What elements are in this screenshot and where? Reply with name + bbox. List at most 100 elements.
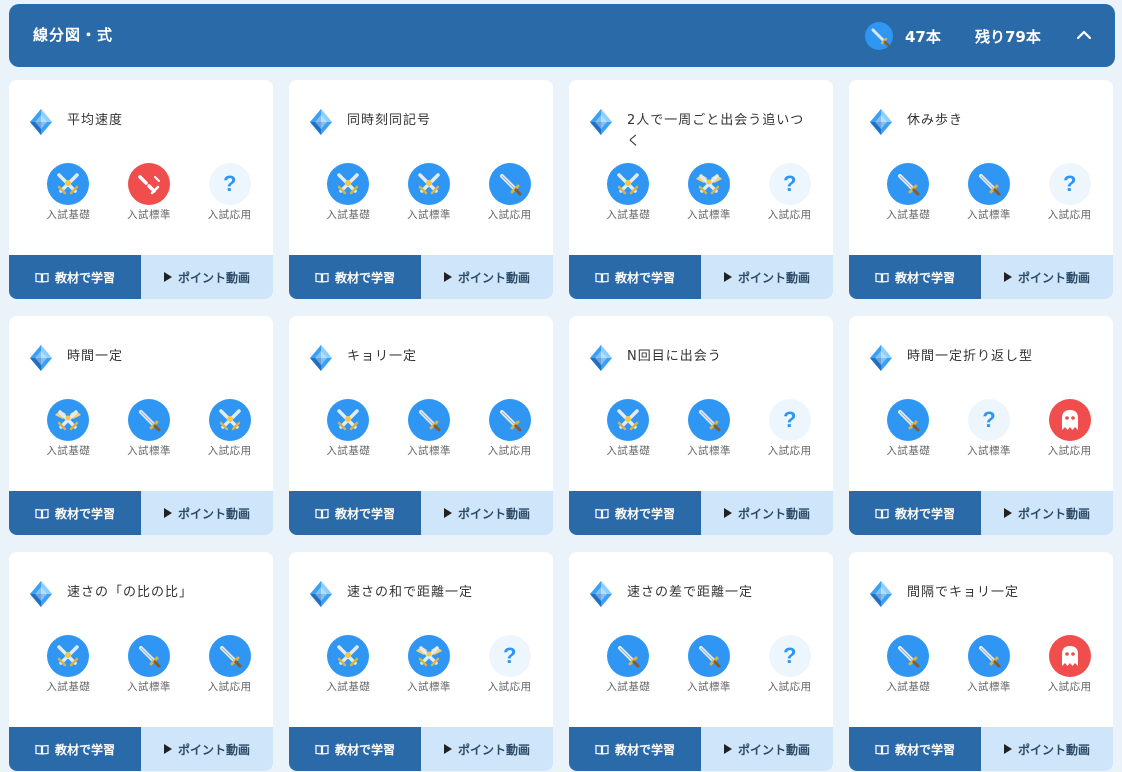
level-item[interactable]: 入試応用 xyxy=(190,635,269,694)
level-badges: 入試基礎 入試標準 入試応用 xyxy=(869,635,1109,694)
study-button[interactable]: 教材で学習 xyxy=(849,727,981,771)
level-item[interactable]: 入試応用 xyxy=(190,399,269,458)
study-button[interactable]: 教材で学習 xyxy=(289,255,421,299)
study-button[interactable]: 教材で学習 xyxy=(849,255,981,299)
level-item[interactable]: ? 入試応用 xyxy=(750,399,829,458)
level-label: 入試基礎 xyxy=(46,445,91,457)
video-button[interactable]: ポイント動画 xyxy=(981,255,1113,299)
level-item[interactable]: ? 入試標準 xyxy=(950,399,1029,458)
ghost-badge-icon xyxy=(1048,399,1091,441)
topic-card: 2人で一周ごと出会う追いつく 入試基礎 入試標準? 入試応用 教材で学習 ポイント動… xyxy=(569,80,833,299)
level-item[interactable]: ? 入試応用 xyxy=(750,635,829,694)
level-item[interactable]: ? 入試応用 xyxy=(470,635,549,694)
study-button[interactable]: 教材で学習 xyxy=(289,727,421,771)
study-button[interactable]: 教材で学習 xyxy=(569,491,701,535)
video-button[interactable]: ポイント動画 xyxy=(421,255,553,299)
book-icon xyxy=(35,272,49,283)
topic-title: 休み歩き xyxy=(907,113,964,128)
study-button[interactable]: 教材で学習 xyxy=(569,255,701,299)
video-button[interactable]: ポイント動画 xyxy=(421,727,553,771)
sword-badge-icon xyxy=(968,635,1010,677)
video-button[interactable]: ポイント動画 xyxy=(701,491,833,535)
study-button[interactable]: 教材で学習 xyxy=(289,491,421,535)
level-item[interactable]: 入試基礎 xyxy=(309,399,388,458)
collapse-chevron-up-icon[interactable] xyxy=(1073,24,1095,46)
level-item[interactable]: 入試基礎 xyxy=(869,635,948,694)
level-item[interactable]: 入試基礎 xyxy=(869,399,948,458)
study-button[interactable]: 教材で学習 xyxy=(9,255,141,299)
level-item[interactable]: ? 入試応用 xyxy=(1030,163,1109,222)
level-item[interactable]: 入試基礎 xyxy=(309,163,388,222)
video-button[interactable]: ポイント動画 xyxy=(981,727,1113,771)
card-actions: 教材で学習 ポイント動画 xyxy=(289,727,553,771)
crossed-swords-badge-icon xyxy=(47,635,90,677)
level-item[interactable]: 入試標準 xyxy=(950,163,1029,222)
level-item[interactable]: 入試標準 xyxy=(670,399,749,458)
level-item[interactable]: 入試標準 xyxy=(110,635,189,694)
diamond-icon xyxy=(589,580,613,608)
level-item[interactable]: 入試標準 xyxy=(670,163,749,222)
diamond-icon xyxy=(309,108,333,136)
level-label: 入試基礎 xyxy=(326,209,371,221)
level-item[interactable]: 入試基礎 xyxy=(869,163,948,222)
sword-badge-icon xyxy=(128,399,170,441)
level-item[interactable]: 入試標準 xyxy=(110,399,189,458)
level-item[interactable]: 入試基礎 xyxy=(589,163,668,222)
level-label: 入試応用 xyxy=(207,209,252,221)
level-item[interactable]: 入試標準 xyxy=(670,635,749,694)
topic-card: 速さの「の比の比」 入試基礎 入試標準 入試応用 教材で学習 ポイント動画 xyxy=(9,552,273,771)
level-label: 入試応用 xyxy=(1047,681,1092,693)
study-label: 教材で学習 xyxy=(614,270,675,285)
study-label: 教材で学習 xyxy=(54,742,115,757)
level-label: 入試基礎 xyxy=(46,681,91,693)
study-button[interactable]: 教材で学習 xyxy=(9,727,141,771)
sword-badge-icon xyxy=(887,635,930,677)
level-item[interactable]: 入試基礎 xyxy=(29,163,108,222)
study-button[interactable]: 教材で学習 xyxy=(9,491,141,535)
play-icon xyxy=(1003,508,1012,518)
video-button[interactable]: ポイント動画 xyxy=(141,727,273,771)
crossed-swords-badge-icon xyxy=(327,163,370,205)
topic-title: キョリ一定 xyxy=(347,349,418,364)
level-item[interactable]: 入試標準 xyxy=(390,635,469,694)
card-actions: 教材で学習 ポイント動画 xyxy=(569,491,833,535)
card-actions: 教材で学習 ポイント動画 xyxy=(569,727,833,771)
level-item[interactable]: ? 入試応用 xyxy=(750,163,829,222)
card-actions: 教材で学習 ポイント動画 xyxy=(569,255,833,299)
topic-card: N回目に出会う 入試基礎 入試標準? 入試応用 教材で学習 ポイント動画 xyxy=(569,316,833,535)
study-button[interactable]: 教材で学習 xyxy=(569,727,701,771)
level-badges: 入試基礎 入試標準? 入試応用 xyxy=(29,163,269,222)
level-item[interactable]: 入試応用 xyxy=(470,163,549,222)
video-label: ポイント動画 xyxy=(457,270,530,285)
card-actions: 教材で学習 ポイント動画 xyxy=(849,491,1113,535)
level-badges: 入試基礎 入試標準 入試応用 xyxy=(309,163,549,222)
level-item[interactable]: 入試基礎 xyxy=(589,399,668,458)
sword-badge-icon xyxy=(208,635,251,677)
level-item[interactable]: 入試基礎 xyxy=(29,635,108,694)
level-label: 入試基礎 xyxy=(606,209,651,221)
level-item[interactable]: ? 入試応用 xyxy=(190,163,269,222)
book-icon xyxy=(595,744,609,755)
level-item[interactable]: 入試標準 xyxy=(390,399,469,458)
level-item[interactable]: 入試標準 xyxy=(950,635,1029,694)
study-label: 教材で学習 xyxy=(334,270,395,285)
topic-grid: 平均速度 入試基礎 入試標準? 入試応用 教材で学習 ポイント動画 同時刻同記号… xyxy=(9,80,1113,771)
video-button[interactable]: ポイント動画 xyxy=(421,491,553,535)
level-item[interactable]: 入試基礎 xyxy=(589,635,668,694)
level-item[interactable]: 入試標準 xyxy=(390,163,469,222)
level-item[interactable]: 入試応用 xyxy=(470,399,549,458)
level-item[interactable]: 入試応用 xyxy=(1030,635,1109,694)
level-item[interactable]: 入試基礎 xyxy=(309,635,388,694)
video-button[interactable]: ポイント動画 xyxy=(701,255,833,299)
play-icon xyxy=(443,508,452,518)
video-button[interactable]: ポイント動画 xyxy=(981,491,1113,535)
level-item[interactable]: 入試基礎 xyxy=(29,399,108,458)
level-item[interactable]: 入試応用 xyxy=(1030,399,1109,458)
video-button[interactable]: ポイント動画 xyxy=(701,727,833,771)
video-button[interactable]: ポイント動画 xyxy=(141,491,273,535)
topic-title: 同時刻同記号 xyxy=(347,113,432,128)
study-button[interactable]: 教材で学習 xyxy=(849,491,981,535)
video-button[interactable]: ポイント動画 xyxy=(141,255,273,299)
level-item[interactable]: 入試標準 xyxy=(110,163,189,222)
sword-badge-icon xyxy=(128,635,170,677)
